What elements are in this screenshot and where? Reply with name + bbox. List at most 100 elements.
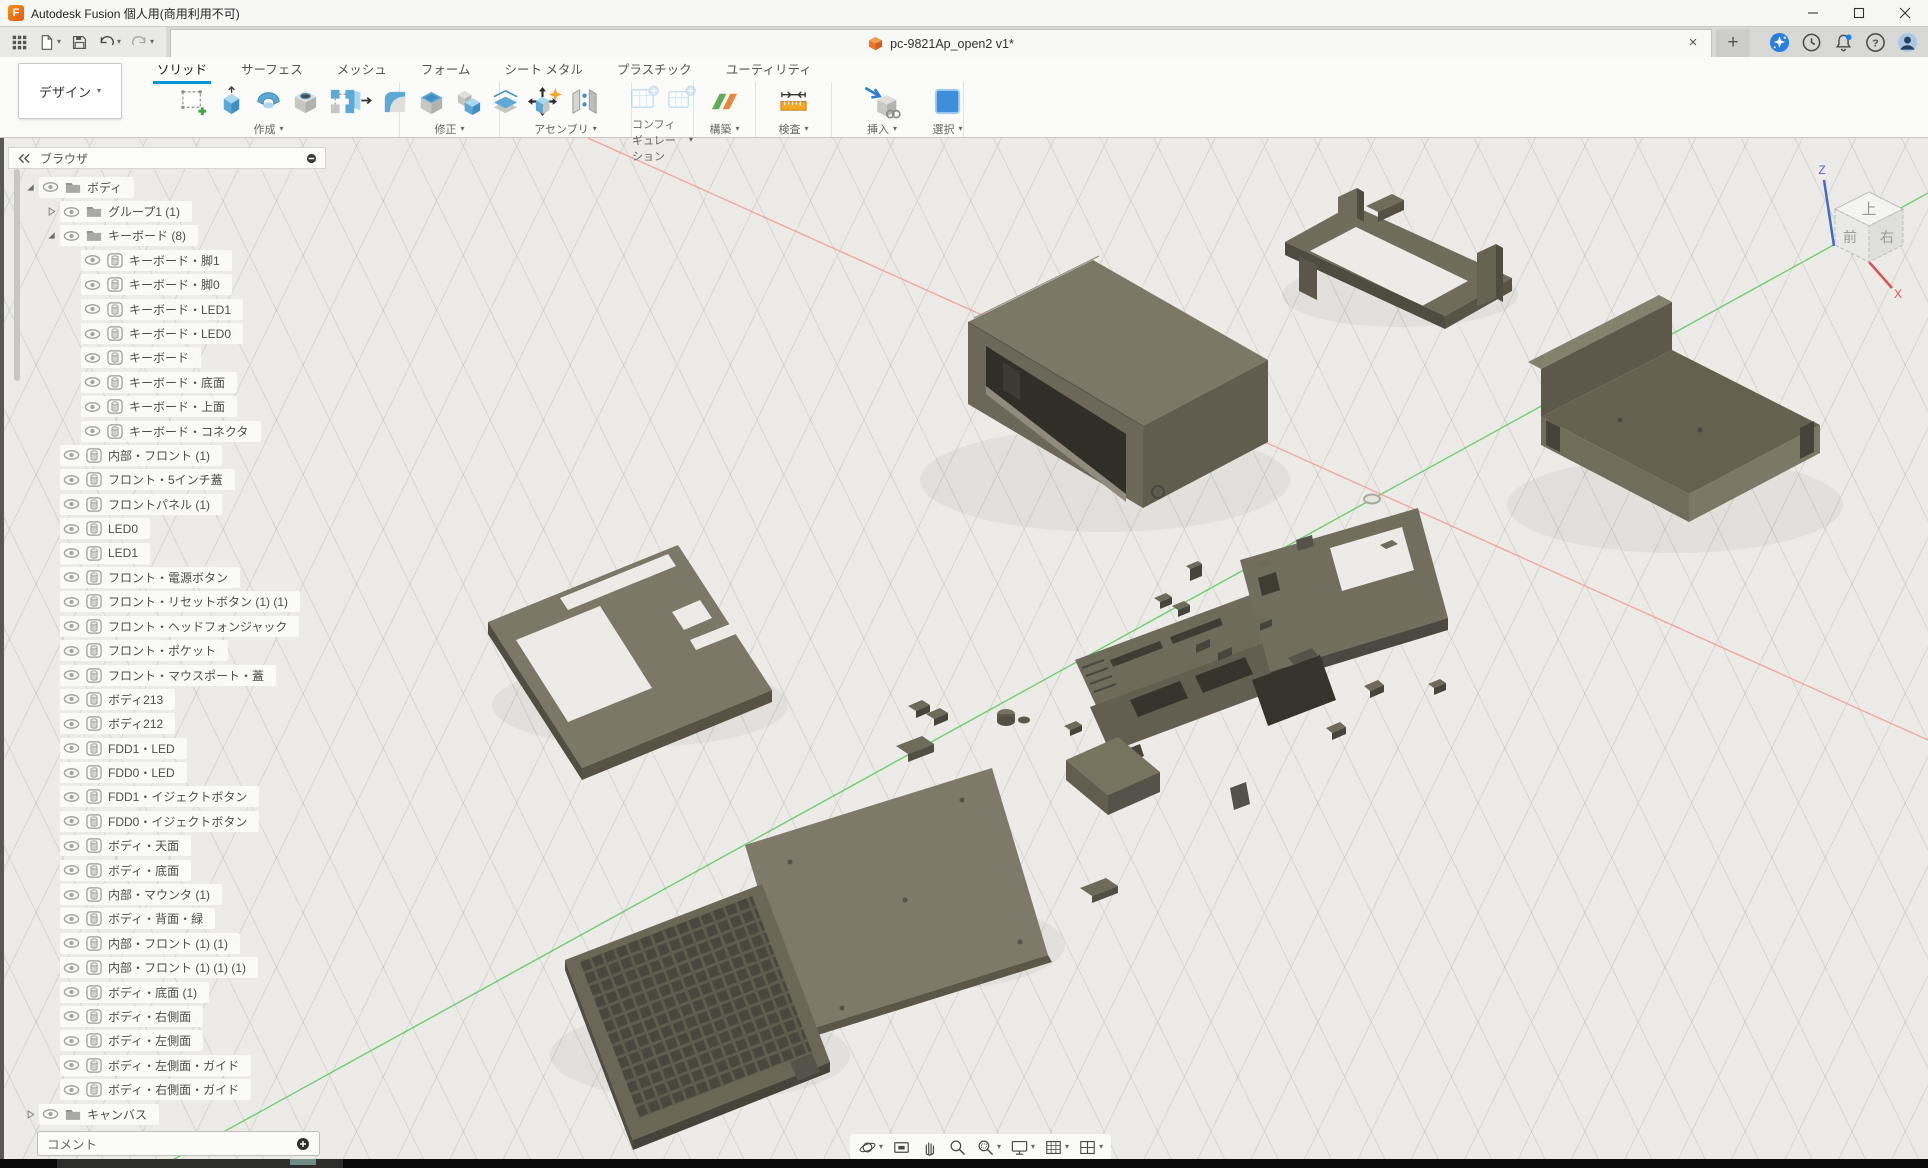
tree-row[interactable]: フロントパネル (1) — [8, 492, 326, 516]
add-comment-icon[interactable] — [296, 1137, 310, 1151]
ribbon-tool-icon[interactable] — [863, 82, 901, 120]
visibility-eye-icon[interactable] — [63, 230, 80, 242]
ribbon-group-label[interactable]: 構築▾ — [709, 121, 739, 137]
tree-row[interactable]: 内部・マウンタ (1) — [8, 882, 326, 906]
visibility-eye-icon[interactable] — [63, 986, 80, 998]
tree-item[interactable]: キーボード・脚0 — [81, 274, 232, 295]
window-control-button[interactable] — [1882, 0, 1928, 26]
visibility-eye-icon[interactable] — [63, 1084, 80, 1096]
tree-item[interactable]: フロント・ポケット — [60, 640, 228, 661]
tree-row[interactable]: フロント・ヘッドフォンジャック — [8, 614, 326, 638]
expand-arrow-icon[interactable] — [43, 228, 60, 243]
tree-row[interactable]: ボディ212 — [8, 712, 326, 736]
tree-item[interactable]: ボディ・底面 (1) — [60, 982, 209, 1003]
tree-item[interactable]: キーボード・コネクタ — [81, 421, 261, 442]
nav-tool-button[interactable]: ▾ — [976, 1138, 1001, 1157]
top-right-icon[interactable] — [1865, 32, 1886, 53]
visibility-eye-icon[interactable] — [63, 937, 80, 949]
display-toggle-icon[interactable] — [306, 153, 317, 164]
part-small-box[interactable] — [1066, 737, 1160, 815]
visibility-eye-icon[interactable] — [63, 1035, 80, 1047]
ribbon-tab[interactable]: フォーム — [419, 55, 473, 84]
ribbon-group-label[interactable]: 修正▾ — [434, 121, 464, 137]
ribbon-group-label[interactable]: 作成▾ — [253, 121, 283, 137]
ribbon-tool-icon[interactable] — [253, 86, 284, 117]
visibility-eye-icon[interactable] — [63, 962, 80, 974]
collapse-arrow-icon[interactable] — [22, 1107, 39, 1122]
tree-item[interactable]: LED1 — [60, 543, 150, 564]
nav-tool-button[interactable]: ▾ — [1010, 1138, 1035, 1157]
tree-item[interactable]: FDD1・LED — [60, 738, 187, 759]
visibility-eye-icon[interactable] — [84, 376, 101, 388]
qat-button[interactable] — [68, 32, 91, 53]
visibility-eye-icon[interactable] — [63, 669, 80, 681]
ribbon-tool-icon[interactable] — [666, 83, 697, 114]
top-right-icon[interactable] — [1897, 32, 1918, 53]
visibility-eye-icon[interactable] — [84, 279, 101, 291]
ribbon-tool-icon[interactable] — [453, 86, 484, 117]
tree-item[interactable]: キーボード・底面 — [81, 372, 237, 393]
ribbon-tab[interactable]: ソリッド — [155, 55, 209, 84]
visibility-eye-icon[interactable] — [63, 840, 80, 852]
visibility-eye-icon[interactable] — [84, 254, 101, 266]
tree-item[interactable]: FDD0・イジェクトボタン — [60, 811, 259, 832]
tree-row[interactable]: キーボード・LED0 — [8, 321, 326, 345]
tree-item[interactable]: ボディ — [39, 177, 134, 198]
tree-item[interactable]: ボディ・右側面・ガイド — [60, 1079, 251, 1100]
tree-row[interactable]: フロント・ポケット — [8, 638, 326, 662]
visibility-eye-icon[interactable] — [63, 571, 80, 583]
tree-row[interactable]: 内部・フロント (1) — [8, 443, 326, 467]
expand-arrow-icon[interactable] — [22, 180, 39, 195]
visibility-eye-icon[interactable] — [63, 913, 80, 925]
visibility-eye-icon[interactable] — [63, 1059, 80, 1071]
top-right-icon[interactable] — [1833, 32, 1854, 53]
ribbon-tab[interactable]: プラスチック — [615, 55, 694, 84]
nav-tool-button[interactable]: ▾ — [858, 1138, 883, 1157]
visibility-eye-icon[interactable] — [63, 620, 80, 632]
tree-item[interactable]: 内部・マウンタ (1) — [60, 884, 222, 905]
part-rear-panel[interactable] — [1240, 508, 1448, 684]
tree-item[interactable]: ボディ・底面 — [60, 860, 191, 881]
qat-button[interactable]: ▾ — [35, 32, 64, 53]
visibility-eye-icon[interactable] — [84, 401, 101, 413]
tree-row[interactable]: FDD0・イジェクトボタン — [8, 809, 326, 833]
tree-item[interactable]: フロント・電源ボタン — [60, 567, 240, 588]
visibility-eye-icon[interactable] — [63, 791, 80, 803]
tree-item[interactable]: キーボード — [81, 347, 201, 368]
tree-row[interactable]: FDD1・イジェクトボタン — [8, 785, 326, 809]
tree-row[interactable]: ボディ・底面 — [8, 858, 326, 882]
tree-item[interactable]: 内部・フロント (1) (1) — [60, 933, 240, 954]
tree-row[interactable]: フロント・マウスポート・蓋 — [8, 663, 326, 687]
tree-row[interactable]: ボディ・背面・緑 — [8, 907, 326, 931]
tree-row[interactable]: キーボード・コネクタ — [8, 419, 326, 443]
tree-row[interactable]: フロント・電源ボタン — [8, 565, 326, 589]
tree-row[interactable]: キャンバス — [8, 1102, 326, 1126]
ribbon-tool-icon[interactable] — [532, 86, 563, 117]
tree-row[interactable]: キーボード・底面 — [8, 370, 326, 394]
tree-row[interactable]: ボディ・底面 (1) — [8, 980, 326, 1004]
nav-tool-button[interactable] — [948, 1138, 967, 1157]
ribbon-group-label[interactable]: 挿入▾ — [867, 121, 897, 137]
tree-item[interactable]: グループ1 (1) — [60, 201, 192, 222]
tree-item[interactable]: ボディ・背面・緑 — [60, 908, 215, 929]
tree-row[interactable]: キーボード — [8, 346, 326, 370]
visibility-eye-icon[interactable] — [63, 742, 80, 754]
tree-row[interactable]: 内部・フロント (1) (1) — [8, 931, 326, 955]
tree-row[interactable]: 内部・フロント (1) (1) (1) — [8, 956, 326, 980]
tree-item[interactable]: LED0 — [60, 518, 150, 539]
tree-item[interactable]: フロント・5インチ蓋 — [60, 469, 235, 490]
tree-item[interactable]: 内部・フロント (1) — [60, 445, 222, 466]
tree-row[interactable]: ボディ — [8, 175, 326, 199]
tree-item[interactable]: ボディ213 — [60, 689, 175, 710]
ribbon-tool-icon[interactable] — [179, 86, 210, 117]
tree-item[interactable]: ボディ212 — [60, 713, 175, 734]
ribbon-tab[interactable]: サーフェス — [239, 55, 305, 84]
tree-row[interactable]: FDD0・LED — [8, 760, 326, 784]
qat-button[interactable]: ▾ — [95, 32, 124, 53]
tree-row[interactable]: ボディ・左側面・ガイド — [8, 1053, 326, 1077]
visibility-eye-icon[interactable] — [63, 474, 80, 486]
qat-button[interactable]: ▾ — [128, 32, 157, 53]
visibility-eye-icon[interactable] — [63, 645, 80, 657]
visibility-eye-icon[interactable] — [63, 815, 80, 827]
tree-row[interactable]: LED1 — [8, 541, 326, 565]
